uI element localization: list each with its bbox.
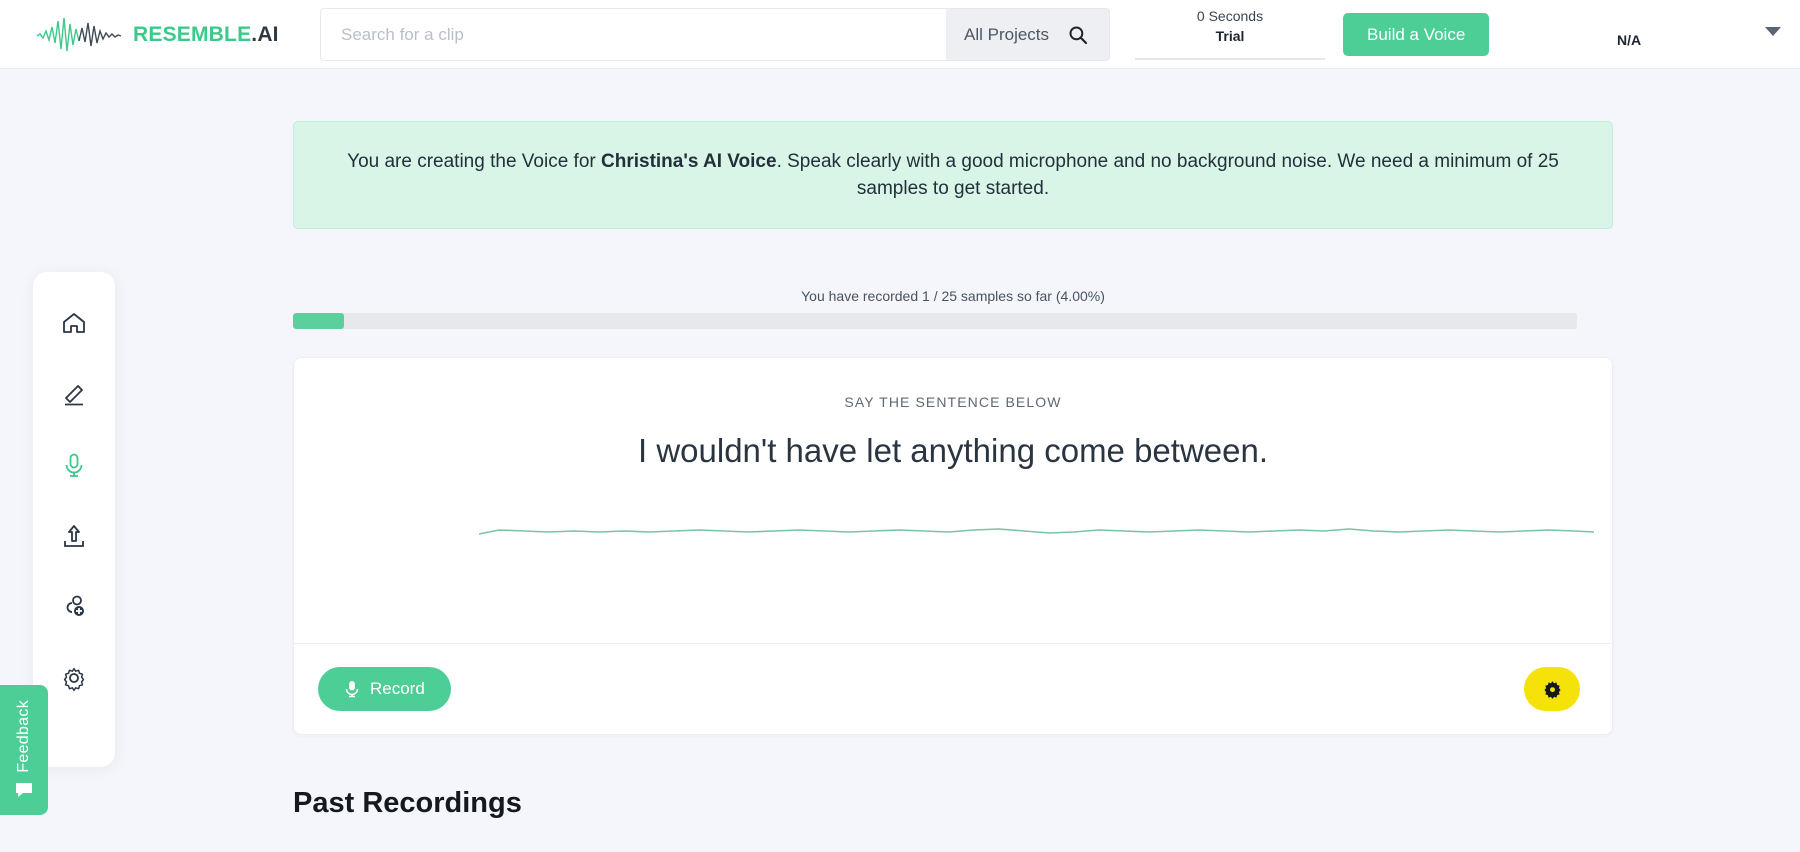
sidebar-item-record[interactable] (42, 430, 106, 500)
trial-plan: Trial (1215, 28, 1245, 44)
audio-waveform (478, 528, 1595, 535)
sidebar-item-home[interactable] (42, 288, 106, 358)
samples-progress-fill (293, 313, 345, 329)
notice-part1: You are creating the Voice for (347, 151, 601, 172)
trial-seconds: 0 Seconds (1196, 8, 1264, 24)
upload-icon (64, 525, 84, 547)
trial-usage: 0 Seconds Trial (1135, 6, 1325, 60)
recorder-card-body: SAY THE SENTENCE BELOW I wouldn't have l… (294, 358, 1612, 643)
feedback-tab[interactable]: Feedback (0, 685, 48, 815)
search-input[interactable] (320, 8, 946, 61)
past-recordings-title: Past Recordings (293, 787, 522, 819)
pencil-icon (65, 385, 83, 406)
search-icon[interactable] (1067, 24, 1089, 46)
speech-bubble-icon (16, 783, 32, 798)
chevron-down-icon[interactable] (1765, 27, 1781, 36)
prompt-sentence: I wouldn't have let anything come betwee… (637, 432, 1269, 469)
gear-icon (63, 667, 85, 692)
brand-name: RESEMBLE.AI (133, 22, 279, 46)
app-header: RESEMBLE.AI All Projects 0 Seconds Trial… (0, 0, 1800, 69)
recorder-settings-button[interactable] (1524, 667, 1580, 711)
account-label: N/A (1617, 32, 1642, 48)
build-a-voice-button[interactable]: Build a Voice (1343, 13, 1490, 56)
sidebar-item-settings[interactable] (42, 643, 106, 713)
sidebar-item-edit[interactable] (42, 359, 106, 429)
samples-progress-bar (293, 313, 1577, 329)
add-user-icon (66, 595, 84, 616)
feedback-label: Feedback (15, 699, 32, 773)
recorder-card: SAY THE SENTENCE BELOW I wouldn't have l… (293, 357, 1613, 735)
main-content: You are creating the Voice for Christina… (293, 69, 1613, 852)
microphone-icon (345, 681, 359, 698)
sidebar-item-upload[interactable] (42, 501, 106, 571)
sidebar-item-add-user[interactable] (42, 572, 106, 642)
notice-voice-name: Christina's AI Voice (601, 151, 777, 172)
microphone-icon (65, 453, 83, 477)
waveform-logo-icon (36, 17, 122, 51)
record-button[interactable]: Record (318, 667, 451, 711)
home-icon (63, 313, 85, 333)
record-button-label: Record (370, 679, 425, 698)
voice-creation-notice: You are creating the Voice for Christina… (293, 121, 1613, 229)
search-scope: All Projects (946, 8, 1111, 61)
notice-part2: . Speak clearly with a good microphone a… (776, 151, 1559, 199)
recorder-card-footer: Record (294, 643, 1612, 734)
prompt-label: SAY THE SENTENCE BELOW (844, 394, 1062, 410)
progress-label: You have recorded 1 / 25 samples so far … (801, 288, 1105, 304)
search-group: All Projects (320, 8, 1111, 61)
projects-filter-label[interactable]: All Projects (964, 25, 1049, 45)
gear-icon (1543, 680, 1561, 699)
brand-logo[interactable]: RESEMBLE.AI (36, 0, 279, 69)
